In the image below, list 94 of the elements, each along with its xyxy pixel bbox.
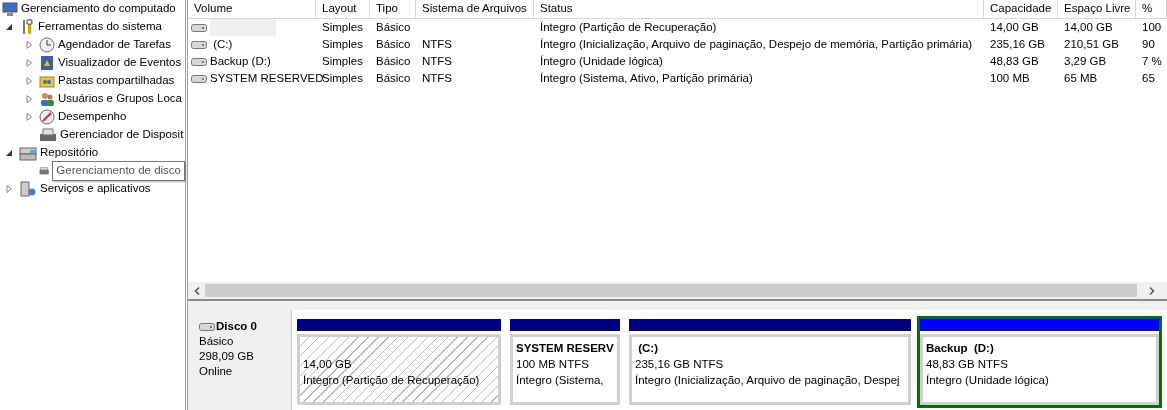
splitter-bar[interactable] — [188, 299, 1167, 309]
table-cell-text: NTFS — [422, 70, 453, 86]
drive-icon — [191, 56, 207, 67]
tree-item[interactable]: Desempenho — [58, 108, 127, 126]
table-cell-text: Simples — [322, 19, 363, 35]
table-cell-text: 90 — [1142, 36, 1155, 52]
partition-block[interactable]: SYSTEM RESERV 100 MB NTFS Íntegro (Sistema, — [507, 316, 623, 408]
table-cell-text: Íntegro (Unidade lógica) — [540, 53, 663, 69]
table-cell-text: 48,83 GB — [990, 53, 1039, 69]
expand-arrow-icon[interactable] — [25, 77, 33, 85]
expand-arrow-icon[interactable] — [25, 95, 33, 103]
table-cell-text: Básico — [376, 53, 411, 69]
column-header[interactable]: Sistema de Arquivos — [416, 0, 534, 18]
gauge-icon — [39, 109, 55, 125]
scrollbar-thumb[interactable] — [205, 284, 1137, 297]
disk-state: Online — [199, 364, 234, 379]
expand-arrow-icon[interactable] — [5, 185, 13, 193]
drive-icon — [191, 39, 207, 50]
tree-item[interactable]: Usuários e Grupos Loca — [58, 90, 182, 108]
table-cell-text: 7 % — [1142, 53, 1162, 69]
log-book-icon — [39, 55, 55, 71]
tree-item-tooltip[interactable]: Gerenciamento de disco — [52, 161, 185, 181]
table-cell-text: NTFS — [422, 53, 453, 69]
tree-item[interactable]: Pastas compartilhadas — [58, 72, 175, 90]
partition-status: Íntegro (Partição de Recuperação) — [303, 373, 481, 388]
tree-item[interactable]: Repositório — [40, 144, 99, 162]
partition-name: (C:) — [637, 341, 659, 356]
partition-name: Backup (D:) — [926, 341, 995, 356]
disk-type: Básico — [199, 334, 235, 349]
table-cell-text: Íntegro (Inicialização, Arquivo de paginação, Despejo de memória, Partição primária) — [540, 36, 973, 52]
column-header[interactable]: Status — [534, 0, 984, 18]
partition-size: 235,16 GB NTFS — [635, 357, 725, 372]
table-cell-text: 14,00 GB — [990, 19, 1039, 35]
partition-block[interactable]: Backup (D:) 48,83 GB NTFS Íntegro (Unidade lógica) — [917, 316, 1162, 408]
table-cell-text: Básico — [376, 19, 411, 35]
partition-status: Íntegro (Unidade lógica) — [926, 373, 1050, 388]
column-header[interactable]: Espaço Livre — [1058, 0, 1136, 18]
horizontal-scrollbar[interactable] — [188, 282, 1167, 299]
computer-icon — [2, 1, 18, 17]
table-cell-text: 100 MB — [990, 70, 1030, 86]
table-cell-text: Básico — [376, 70, 411, 86]
tree-item[interactable]: Serviços e aplicativos — [40, 180, 151, 198]
partition-name: SYSTEM RESERV — [516, 341, 614, 356]
table-cell-text: 100 — [1142, 19, 1162, 35]
collapse-arrow-icon[interactable] — [5, 149, 13, 157]
table-cell-text: NTFS — [422, 36, 453, 52]
expand-arrow-icon[interactable] — [25, 41, 33, 49]
table-cell-text: Simples — [322, 53, 363, 69]
table-cell-text: 3,29 GB — [1064, 53, 1107, 69]
shared-folder-icon — [39, 73, 55, 89]
table-cell-text: Íntegro (Sistema, Ativo, Partição primária) — [540, 70, 753, 86]
redacted-block — [210, 19, 276, 36]
disk-name: Disco 0 — [216, 319, 257, 334]
tree-item[interactable]: Agendador de Tarefas — [58, 36, 171, 54]
partition-block[interactable]: (C:) 235,16 GB NTFS Íntegro (Inicialização, Arquivo de paginação, Despej — [626, 316, 914, 408]
expand-arrow-icon[interactable] — [25, 59, 33, 67]
tree-item[interactable]: Visualizador de Eventos — [58, 54, 182, 72]
table-cell-text: Backup (D:) — [210, 53, 271, 69]
table-cell-text: SYSTEM RESERVED — [210, 70, 324, 86]
table-cell-text: Íntegro (Partição de Recuperação) — [540, 19, 717, 35]
clock-icon — [39, 37, 55, 53]
services-icon — [19, 181, 37, 197]
table-cell-text: 14,00 GB — [1064, 19, 1113, 35]
partition-status: Íntegro (Inicialização, Arquivo de paginação, Despej — [635, 373, 901, 388]
tree-item[interactable]: Ferramentas do sistema — [38, 18, 162, 36]
table-cell-text: 235,16 GB — [990, 36, 1045, 52]
table-cell-text: Simples — [322, 70, 363, 86]
column-header[interactable]: % — [1136, 0, 1167, 18]
column-header[interactable]: Capacidade — [984, 0, 1058, 18]
users-icon — [39, 91, 55, 107]
disk-size: 298,09 GB — [199, 349, 255, 364]
partition-size: 100 MB NTFS — [516, 357, 590, 372]
table-cell-text: 65 — [1142, 70, 1155, 86]
table-cell-text: (C:) — [212, 36, 233, 52]
partition-block[interactable]: 14,00 GB Íntegro (Partição de Recuperação) — [294, 316, 504, 408]
drive-icon — [191, 22, 207, 33]
tree-item[interactable]: Gerenciamento do computado — [21, 0, 176, 18]
table-cell-text: Básico — [376, 36, 411, 52]
column-header[interactable]: Tipo — [370, 0, 416, 18]
partition-status: Íntegro (Sistema, — [516, 373, 605, 388]
partition-size: 48,83 GB NTFS — [926, 357, 1009, 372]
printer-icon — [39, 127, 57, 143]
column-header[interactable]: Volume — [188, 0, 316, 18]
table-cell-text: 65 MB — [1064, 70, 1098, 86]
partition-size: 14,00 GB — [303, 357, 353, 372]
table-cell-text: Simples — [322, 36, 363, 52]
collapse-arrow-icon[interactable] — [5, 23, 13, 31]
server-icon — [19, 145, 37, 161]
table-cell-text: 210,51 GB — [1064, 36, 1119, 52]
expand-arrow-icon[interactable] — [25, 113, 33, 121]
drive-icon — [199, 321, 215, 332]
drive-icon — [191, 73, 207, 84]
column-header[interactable]: Layout — [316, 0, 370, 18]
tree-item[interactable]: Gerenciador de Disposit — [60, 126, 184, 144]
